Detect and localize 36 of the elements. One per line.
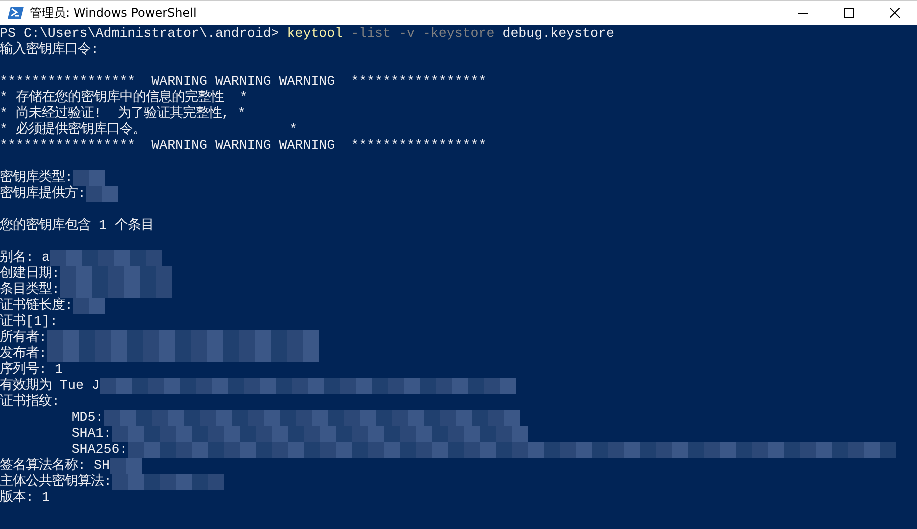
- minimize-icon: [798, 12, 808, 14]
- console-text: 签名算法名称: SH: [0, 458, 110, 474]
- console-text: 证书链长度:: [0, 298, 73, 314]
- console-text: 有效期为 Tue J: [0, 378, 100, 394]
- console-text: ***************** WARNING WARNING WARNING *****************: [0, 74, 487, 90]
- console-text: 证书指纹:: [0, 394, 60, 410]
- console-text: 版本: 1: [0, 490, 50, 506]
- console-text: 所有者:: [0, 330, 47, 346]
- powershell-icon: [8, 6, 24, 20]
- window-title: 管理员: Windows PowerShell: [30, 4, 198, 22]
- console-text: 别名: a: [0, 250, 50, 266]
- console-text: ***************** WARNING WARNING WARNING *****************: [0, 138, 487, 154]
- command-parameter: -list -v -keystore: [350, 26, 495, 42]
- console-text: SHA256:: [70, 442, 128, 458]
- console-text: * 尚未经过验证! 为了验证其完整性, *: [0, 106, 246, 122]
- console-text: SHA1:: [70, 426, 112, 442]
- console-text: 发布者:: [0, 346, 47, 362]
- console-text: 您的密钥库包含 1 个条目: [0, 218, 154, 234]
- console-text: * 存储在您的密钥库中的信息的完整性 *: [0, 90, 248, 106]
- console-command: keytool: [287, 26, 344, 42]
- redacted-block: [86, 186, 118, 202]
- console-text: 序列号: 1: [0, 362, 63, 378]
- console-text: 证书[1]:: [0, 314, 58, 330]
- console-text: 密钥库提供方:: [0, 186, 86, 202]
- command-argument: debug.keystore: [502, 26, 614, 42]
- console-text: MD5:: [70, 410, 104, 426]
- console-text: 输入密钥库口令:: [0, 42, 99, 58]
- maximize-icon: [844, 8, 854, 18]
- close-icon: [890, 8, 900, 18]
- console-text: 创建日期:: [0, 266, 60, 282]
- console-text: 密钥库类型:: [0, 170, 73, 186]
- redacted-block: [72, 170, 105, 186]
- console-text: 条目类型:: [0, 282, 60, 298]
- console-text: 主体公共密钥算法:: [0, 474, 112, 490]
- console-text: * 必须提供密钥库口令。 *: [0, 122, 298, 138]
- console-prompt: PS C:\Users\Administrator\.android>: [0, 26, 280, 42]
